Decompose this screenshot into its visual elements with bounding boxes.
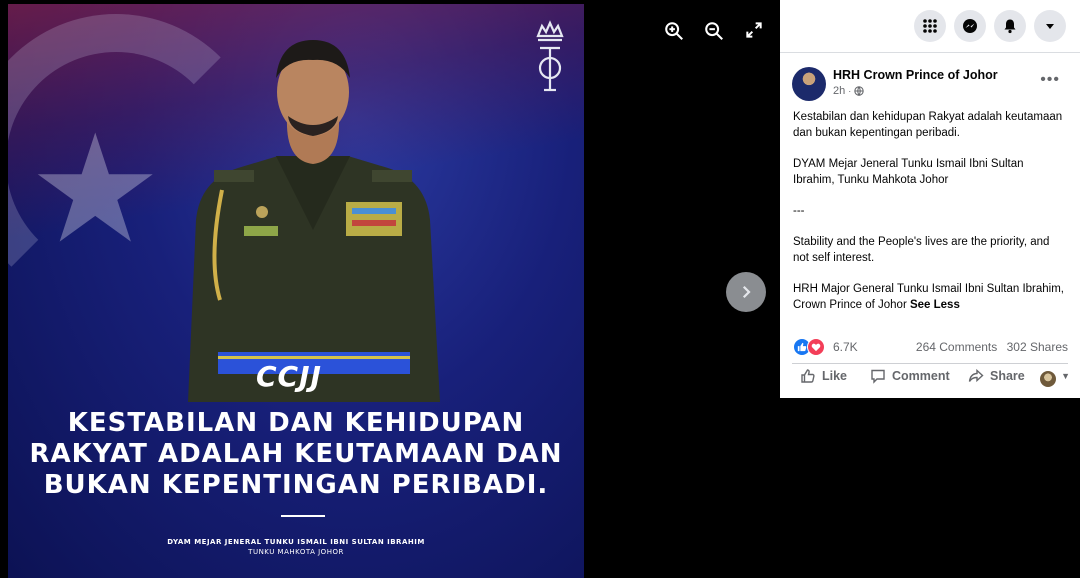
post-options-button[interactable]: ••• — [1040, 71, 1060, 89]
post-time-text[interactable]: 2h — [833, 85, 845, 97]
notifications-button[interactable] — [994, 10, 1026, 42]
post-paragraph: HRH Major General Tunku Ismail Ibni Sult… — [793, 281, 1068, 313]
post-timestamp: 2h · — [833, 85, 864, 97]
zoom-in-icon[interactable] — [663, 20, 687, 44]
photo-caption: KESTABILAN DAN KEHIDUPAN RAKYAT ADALAH K… — [8, 408, 584, 501]
comment-icon — [871, 369, 885, 384]
credit-line-1: DYAM MEJAR JENERAL TUNKU ISMAIL IBNI SUL… — [167, 538, 425, 546]
reacting-as-avatar[interactable] — [1040, 371, 1056, 387]
notifications-bell-icon — [1004, 19, 1016, 34]
post-action-bar: Like Comment Share ▼ — [780, 368, 1080, 390]
post-text: Kestabilan dan kehidupan Rakyat adalah k… — [793, 109, 1068, 328]
thumbs-up-icon — [801, 369, 815, 383]
post-paragraph: Stability and the People's lives are the… — [793, 236, 1050, 264]
fullscreen-icon[interactable] — [744, 20, 768, 44]
caption-line-3: BUKAN KEPENTINGAN PERIBADI. — [43, 470, 549, 500]
next-photo-button[interactable] — [726, 272, 766, 312]
menu-grid-icon — [923, 19, 937, 33]
page-avatar[interactable] — [792, 67, 826, 101]
page-name-link[interactable]: HRH Crown Prince of Johor — [833, 68, 998, 82]
caption-divider — [281, 515, 325, 517]
flag-star: ★ — [28, 105, 163, 273]
see-less-link[interactable]: See Less — [910, 299, 960, 311]
messenger-button[interactable] — [954, 10, 986, 42]
post-stats: 264 Comments 302 Shares — [910, 340, 1068, 354]
like-label: Like — [822, 369, 848, 383]
post-panel: HRH Crown Prince of Johor 2h · ••• Kesta… — [780, 52, 1080, 398]
comment-label: Comment — [892, 369, 950, 383]
account-menu-button[interactable] — [1034, 10, 1066, 42]
comment-button[interactable]: Comment — [870, 368, 950, 384]
comments-count-link[interactable]: 264 Comments — [916, 340, 997, 354]
reaction-count: 6.7K — [833, 340, 858, 354]
menu-button[interactable] — [914, 10, 946, 42]
top-navigation-bar — [780, 0, 1080, 52]
royal-crest-logo — [536, 20, 564, 92]
credit-line-2: TUNKU MAHKOTA JOHOR — [248, 548, 344, 556]
share-icon — [968, 368, 984, 383]
like-button[interactable]: Like — [800, 368, 847, 384]
love-reaction-icon — [807, 338, 825, 356]
globe-icon — [854, 86, 864, 96]
portrait-figure — [188, 40, 440, 402]
share-label: Share — [990, 369, 1025, 383]
post-paragraph: Kestabilan dan kehidupan Rakyat adalah k… — [793, 111, 1063, 139]
share-button[interactable]: Share — [968, 368, 1025, 384]
belt-logo-mark: CCJJ — [256, 360, 322, 393]
messenger-icon — [963, 19, 977, 33]
chevron-down-icon[interactable]: ▼ — [1061, 371, 1070, 381]
post-paragraph: DYAM Mejar Jeneral Tunku Ismail Ibni Sul… — [793, 158, 1024, 186]
photo-viewer: ★ CCJJ KESTABILAN DAN KEHIDUPAN RAKYAT A… — [0, 0, 780, 578]
caption-line-2: RAKYAT ADALAH KEUTAMAAN DAN — [29, 439, 563, 469]
caption-line-1: KESTABILAN DAN KEHIDUPAN — [67, 408, 525, 438]
chevron-right-icon — [742, 285, 751, 299]
post-photo[interactable]: ★ CCJJ KESTABILAN DAN KEHIDUPAN RAKYAT A… — [8, 4, 584, 578]
account-caret-icon — [1046, 24, 1054, 29]
shares-count-link[interactable]: 302 Shares — [1007, 340, 1068, 354]
action-divider — [792, 363, 1068, 364]
post-paragraph: --- — [793, 205, 805, 217]
reactions-summary[interactable]: 6.7K — [793, 338, 858, 356]
zoom-out-icon[interactable] — [703, 20, 727, 44]
